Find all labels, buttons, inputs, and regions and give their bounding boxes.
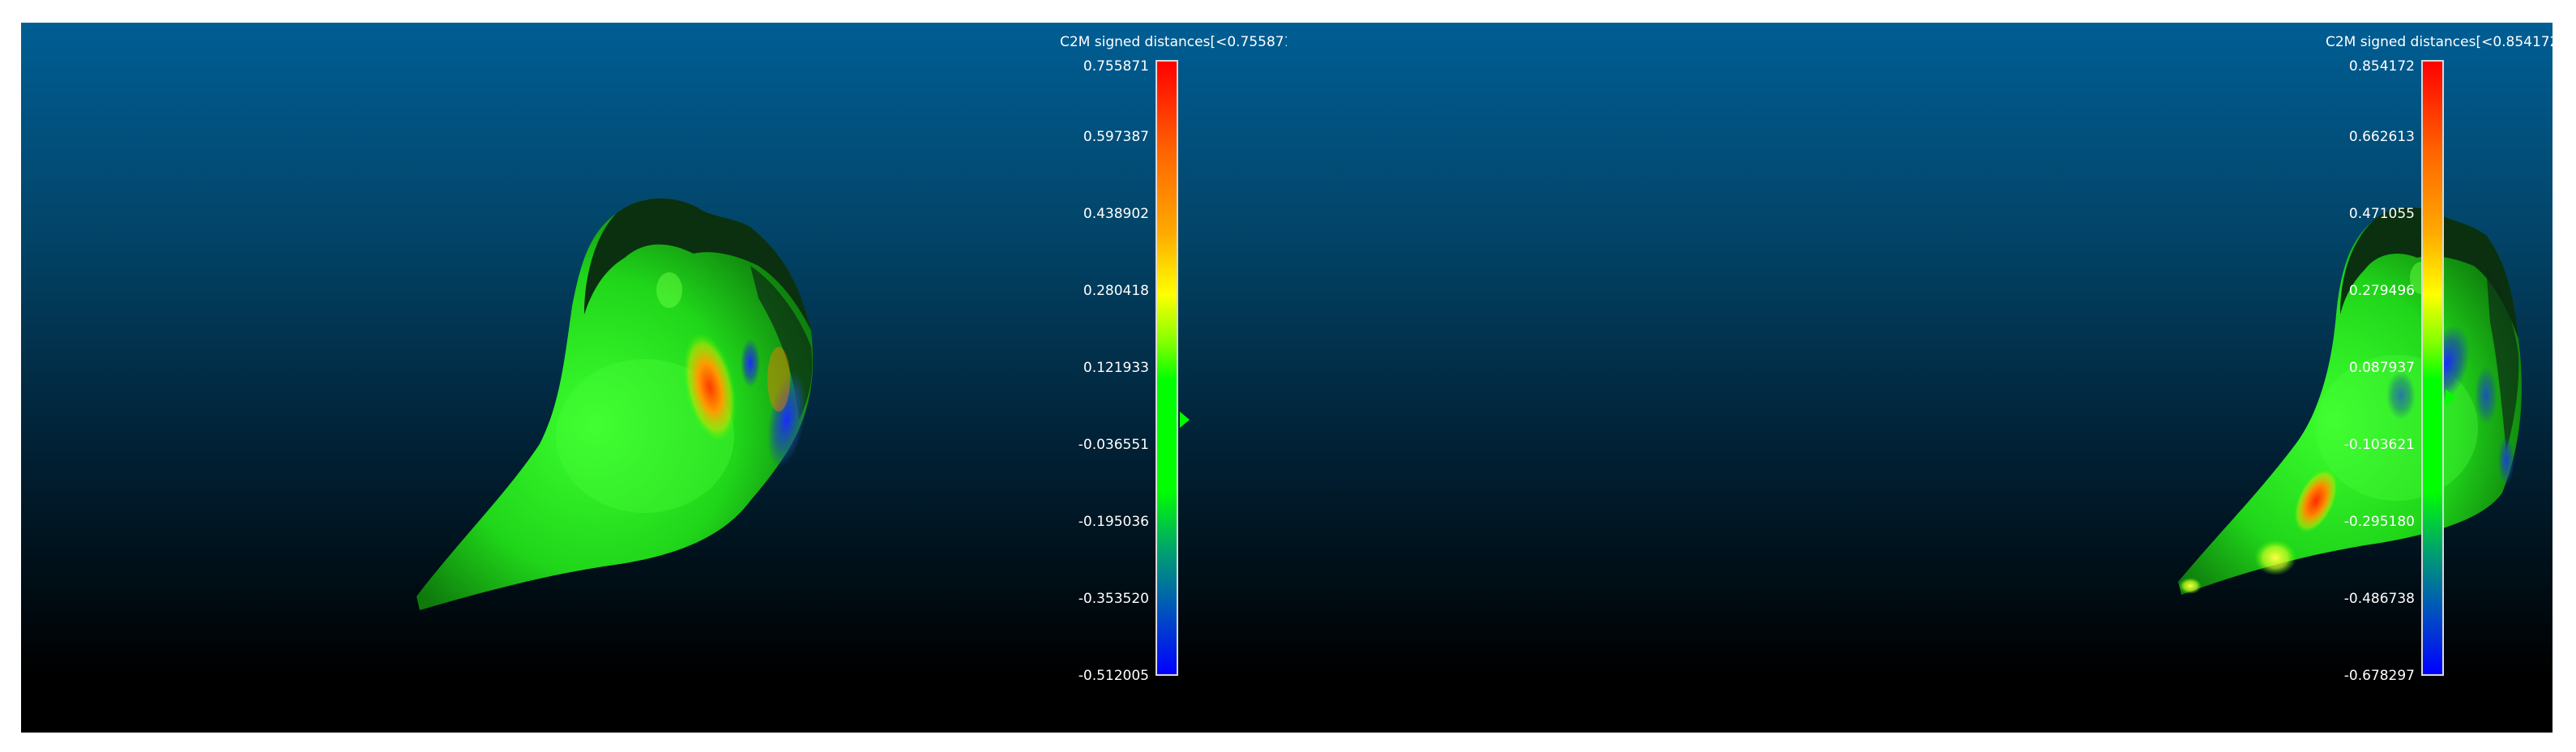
scale-tick-label: -0.486738 [2343,591,2415,607]
scale-tick-label: 0.854172 [2348,58,2415,75]
right-3d-viewport[interactable]: C2M signed distances[<0.854172] 0.854172… [1287,23,2553,733]
scale-tick-label: 0.471055 [2348,206,2415,222]
scale-tick-label: 0.438902 [1083,206,1149,222]
scale-cursor-marker[interactable] [1180,412,1190,428]
scale-tick-label: 0.597387 [1083,129,1149,145]
scale-tick-label: 0.087937 [2348,360,2415,376]
left-3d-viewport[interactable]: C2M signed distances[<0.755871] 0.755871… [21,23,1287,733]
color-scale-bar [2421,60,2444,676]
color-scale-bar [1156,60,1178,676]
comparison-frame: C2M signed distances[<0.755871] 0.755871… [21,23,2553,733]
scale-tick-label: -0.295180 [2343,514,2415,530]
scale-tick-label: -0.512005 [1078,668,1149,684]
scale-tick-label: -0.678297 [2343,668,2415,684]
scale-tick-label: 0.280418 [1083,283,1149,299]
scalar-field-title: C2M signed distances[<0.854172] [2326,34,2553,50]
scale-cursor-marker[interactable] [2446,389,2455,405]
scale-tick-label: -0.103621 [2343,437,2415,453]
scale-tick-label: 0.121933 [1083,360,1149,376]
scale-tick-label: -0.195036 [1078,514,1149,530]
scale-tick-label: 0.755871 [1083,58,1149,75]
scale-tick-label: -0.353520 [1078,591,1149,607]
scale-tick-label: 0.279496 [2348,283,2415,299]
scale-tick-label: 0.662613 [2348,129,2415,145]
scalar-field-title: C2M signed distances[<0.755871] [1060,34,1287,50]
scale-tick-label: -0.036551 [1078,437,1149,453]
